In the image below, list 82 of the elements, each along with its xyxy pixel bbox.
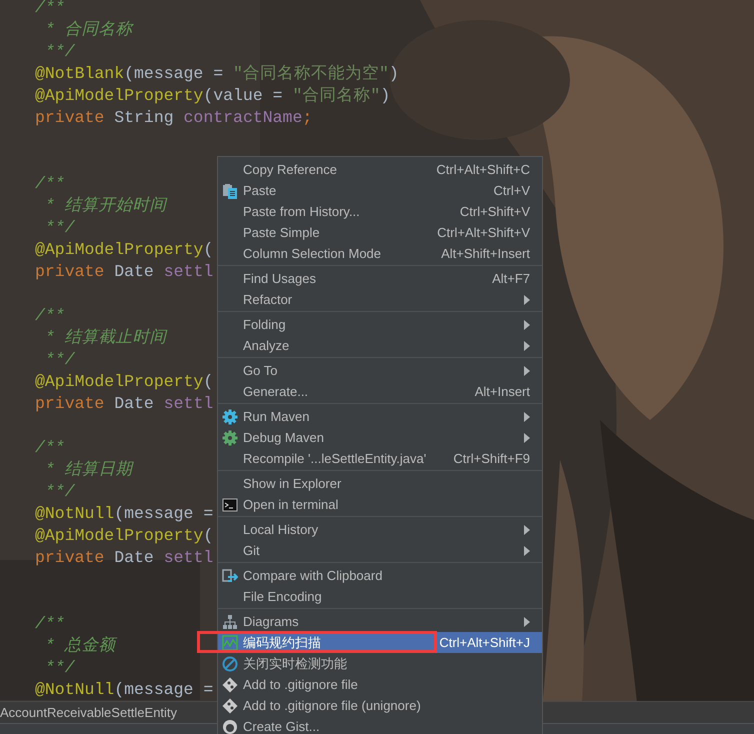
code-comment: /**: [35, 0, 65, 19]
menu-item[interactable]: Open in terminal: [218, 494, 542, 515]
menu-item[interactable]: Column Selection Mode Alt+Shift+Insert: [218, 243, 542, 264]
code-token: settl: [164, 393, 214, 415]
code-token: "合同名称": [292, 85, 380, 107]
code-token: @ApiModelProperty: [35, 239, 204, 261]
diamond-icon: [222, 698, 238, 714]
menu-item[interactable]: Go To: [218, 360, 542, 381]
code-comment: /**: [35, 613, 65, 635]
code-token: (message =: [114, 503, 214, 525]
code-token: private: [35, 547, 106, 569]
menu-item[interactable]: Generate... Alt+Insert: [218, 381, 542, 402]
code-token: Date: [114, 261, 155, 283]
code-token: private: [35, 261, 106, 283]
menu-item[interactable]: Run Maven: [218, 406, 542, 427]
code-token: ): [380, 85, 390, 107]
code-token: @NotBlank: [35, 63, 124, 85]
menu-item[interactable]: Find Usages Alt+F7: [218, 268, 542, 289]
code-token: String: [114, 107, 175, 129]
code-comment: /**: [35, 437, 65, 459]
menu-item[interactable]: Create Gist...: [218, 716, 542, 734]
code-comment: /**: [35, 305, 65, 327]
code-token: @ApiModelProperty: [35, 85, 204, 107]
menu-item[interactable]: Compare with Clipboard: [218, 565, 542, 586]
code-token: private: [35, 393, 106, 415]
menu-item[interactable]: Show in Explorer: [218, 473, 542, 494]
code-token: (: [203, 239, 214, 261]
code-comment: * 合同名称: [44, 19, 133, 41]
code-comment: * 结算截止时间: [44, 327, 167, 349]
menu-item[interactable]: Diagrams: [218, 611, 542, 632]
code-comment: **/: [44, 41, 75, 63]
compare-icon: [222, 568, 238, 584]
menu-item[interactable]: Local History: [218, 519, 542, 540]
menu-item[interactable]: Analyze: [218, 335, 542, 356]
menu-item[interactable]: Add to .gitignore file: [218, 674, 542, 695]
code-comment: * 结算日期: [44, 459, 133, 481]
code-token: (message =: [124, 63, 224, 85]
code-token: @ApiModelProperty: [35, 371, 204, 393]
menu-item[interactable]: File Encoding: [218, 586, 542, 607]
breadcrumb-item[interactable]: AccountReceivableSettleEntity: [0, 705, 178, 720]
code-comment: **/: [44, 349, 75, 371]
code-token: @ApiModelProperty: [35, 525, 204, 547]
menu-item[interactable]: 关闭实时检测功能: [218, 653, 542, 674]
code-token: contractName: [184, 107, 302, 129]
menu-item[interactable]: Copy Reference Ctrl+Alt+Shift+C: [218, 159, 542, 180]
code-token: "合同名称不能为空": [233, 63, 389, 85]
code-comment: * 总金额: [44, 635, 116, 657]
code-token: Date: [114, 393, 155, 415]
menu-item[interactable]: Add to .gitignore file (unignore): [218, 695, 542, 716]
chart-icon: [222, 634, 238, 650]
hierarchy-icon: [222, 614, 238, 630]
code-token: (value =: [203, 85, 284, 107]
menu-item[interactable]: Paste Simple Ctrl+Alt+Shift+V: [218, 222, 542, 243]
menu-item[interactable]: Debug Maven: [218, 427, 542, 448]
code-token: @NotNull: [35, 503, 114, 525]
code-token: (: [203, 371, 214, 393]
code-token: @NotNull: [35, 679, 114, 701]
code-token: (message =: [114, 679, 214, 701]
menu-item[interactable]: Refactor: [218, 289, 542, 310]
gear-icon: [222, 430, 238, 446]
code-comment: /**: [35, 173, 65, 195]
code-token: (: [203, 525, 214, 547]
prohibited-icon: [222, 656, 238, 672]
code-comment: **/: [44, 657, 75, 679]
code-token: settl: [164, 261, 214, 283]
terminal-icon: [222, 496, 238, 512]
code-comment: **/: [44, 217, 75, 239]
code-token: ;: [302, 107, 312, 129]
clipboard-icon: [222, 182, 238, 198]
menu-item[interactable]: Git: [218, 540, 542, 561]
menu-item[interactable]: Paste Ctrl+V: [218, 180, 542, 201]
menu-item[interactable]: Paste from History... Ctrl+Shift+V: [218, 201, 542, 222]
code-token: settl: [164, 547, 214, 569]
code-comment: * 结算开始时间: [44, 195, 167, 217]
diamond-icon: [222, 676, 238, 692]
menu-item[interactable]: Recompile '...leSettleEntity.java' Ctrl+Shift+F9: [218, 448, 542, 469]
code-token: ): [388, 63, 399, 85]
code-token: private: [35, 107, 106, 129]
menu-item[interactable]: Folding: [218, 314, 542, 335]
gear-icon: [222, 408, 238, 424]
code-comment: **/: [44, 481, 75, 503]
code-token: Date: [114, 547, 155, 569]
